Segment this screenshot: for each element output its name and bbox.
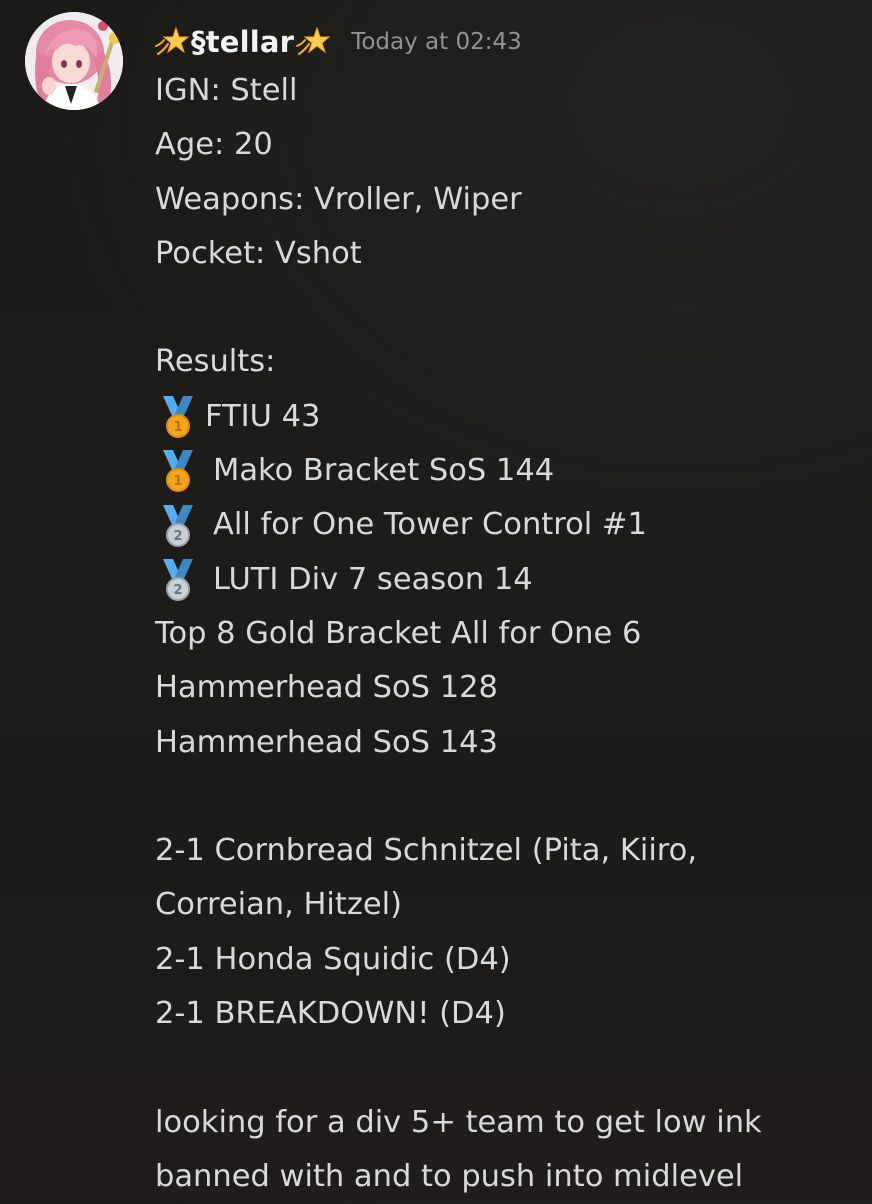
message-line-ign: IGN: Stell: [155, 73, 298, 108]
medal-rank: 1: [173, 420, 182, 435]
result-item: 1 FTIU 43: [155, 390, 855, 444]
author-username[interactable]: §tellar: [154, 24, 331, 60]
second-place-medal-icon: 2: [155, 557, 201, 603]
result-item: Hammerhead SoS 128: [155, 670, 498, 706]
message-header: §tellar Today at 02:43: [154, 20, 522, 64]
closing-line: banned with and to push into midlevel: [155, 1158, 744, 1194]
first-place-medal-icon: 1: [155, 394, 201, 440]
result-item: 2 LUTI Div 7 season 14: [155, 553, 855, 607]
medal-rank: 2: [173, 529, 182, 544]
result-item: Top 8 Gold Bracket All for One 6: [155, 615, 642, 651]
message-line-age: Age: 20: [155, 127, 273, 163]
closing-line: looking for a div 5+ team to get low ink: [155, 1104, 762, 1140]
message-line-pocket: Pocket: Vshot: [155, 235, 362, 271]
message-line-weapons: Weapons: Vroller, Wiper: [155, 181, 522, 217]
author-name[interactable]: §tellar: [191, 25, 294, 59]
result-text: Mako Bracket SoS 144: [213, 453, 555, 489]
first-place-medal-icon: 1: [155, 448, 201, 494]
medal-rank: 2: [173, 583, 182, 598]
result-text: All for One Tower Control #1: [213, 507, 647, 543]
result-item: 1 Mako Bracket SoS 144: [155, 444, 855, 498]
medal-rank: 1: [173, 474, 182, 489]
avatar-image: [25, 12, 123, 110]
team-item: 2-1 BREAKDOWN! (D4): [155, 996, 506, 1032]
team-item: 2-1 Honda Squidic (D4): [155, 941, 511, 977]
team-item: 2-1 Cornbread Schnitzel (Pita, Kiiro,: [155, 833, 698, 869]
second-place-medal-icon: 2: [155, 503, 201, 549]
result-item: 2 All for One Tower Control #1: [155, 498, 855, 552]
message-line-results-header: Results:: [155, 344, 276, 380]
message-content: IGN: Stell Age: 20 Weapons: Vroller, Wip…: [155, 64, 855, 1204]
message-timestamp[interactable]: Today at 02:43: [351, 29, 522, 55]
dizzy-star-icon: [154, 24, 190, 60]
user-avatar[interactable]: [25, 12, 123, 110]
dizzy-star-icon: [295, 24, 331, 60]
team-item-continued: Correian, Hitzel): [155, 887, 402, 923]
result-text: LUTI Div 7 season 14: [213, 561, 533, 597]
result-text: FTIU 43: [205, 398, 321, 434]
result-item: Hammerhead SoS 143: [155, 724, 498, 760]
